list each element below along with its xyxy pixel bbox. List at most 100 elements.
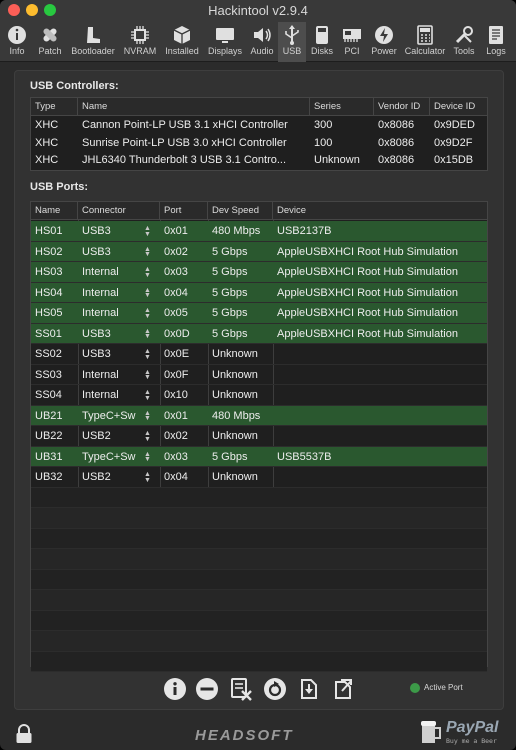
close-window-button[interactable] <box>8 4 20 16</box>
port-cell-port: 0x0E <box>164 348 190 360</box>
connector-stepper-icon[interactable]: ▲ ▼ <box>144 451 151 464</box>
toolbar-item-pci[interactable]: PCI <box>338 22 366 62</box>
port-row[interactable]: UB22 USB2 0x02 Unknown ▲ ▼ <box>31 426 487 447</box>
toolbar-item-info[interactable]: Info <box>0 22 34 62</box>
connector-stepper-icon[interactable]: ▲ ▼ <box>144 369 151 382</box>
controller-cell-device: 0x9DED <box>434 119 475 131</box>
port-row[interactable]: SS04 Internal 0x10 Unknown ▲ ▼ <box>31 385 487 406</box>
controller-cell-series: 300 <box>314 119 333 131</box>
port-row[interactable]: HS01 USB3 0x01 480 Mbps USB2137B ▲ ▼ <box>31 221 487 242</box>
chip-icon <box>131 26 149 44</box>
toolbar-item-label: Bootloader <box>71 46 115 56</box>
controller-row[interactable]: XHC Sunrise Point-LP USB 3.0 xHCI Control… <box>31 135 487 152</box>
col-name-header[interactable]: Name <box>78 98 310 116</box>
port-cell-connector[interactable]: USB3 <box>78 344 148 364</box>
port-cell-connector[interactable]: TypeC+Sw <box>78 447 148 467</box>
toolbar-item-calculator[interactable]: Calculator <box>402 22 448 62</box>
port-cell-connector[interactable]: TypeC+Sw <box>78 406 148 426</box>
connector-stepper-icon[interactable]: ▲ ▼ <box>144 266 151 279</box>
connector-stepper-icon[interactable]: ▲ ▼ <box>144 471 151 484</box>
controller-row[interactable]: XHC JHL6340 Thunderbolt 3 USB 3.1 Contro.… <box>31 152 487 169</box>
port-row[interactable]: SS01 USB3 0x0D 5 Gbps AppleUSBXHCI Root Hub … <box>31 323 487 344</box>
clear-icon[interactable] <box>229 677 253 701</box>
port-cell-port: 0x03 <box>164 450 188 463</box>
toolbar-item-installed[interactable]: Installed <box>160 22 204 62</box>
port-row[interactable]: SS03 Internal 0x0F Unknown ▲ ▼ <box>31 365 487 385</box>
remove-icon[interactable] <box>195 677 219 701</box>
toolbar-item-audio[interactable]: Audio <box>246 22 278 62</box>
port-row[interactable]: UB21 TypeC+Sw 0x01 480 Mbps ▲ ▼ <box>31 405 487 426</box>
toolbar-item-logs[interactable]: Logs <box>480 22 512 62</box>
connector-stepper-icon[interactable]: ▲ ▼ <box>144 410 151 423</box>
port-cell-connector[interactable]: Internal <box>78 262 148 282</box>
zoom-window-button[interactable] <box>44 4 56 16</box>
toolbar-item-label: NVRAM <box>123 46 157 56</box>
col-port-name-header[interactable]: Name <box>31 202 78 220</box>
toolbar-item-power[interactable]: Power <box>366 22 402 62</box>
col-vendor-header[interactable]: Vendor ID <box>374 98 430 116</box>
minimize-window-button[interactable] <box>26 4 38 16</box>
toolbar-item-bootloader[interactable]: Bootloader <box>66 22 120 62</box>
port-cell-port: 0x05 <box>164 307 188 319</box>
paypal-donate-button[interactable]: PayPal Buy me a Beer <box>420 717 510 747</box>
connector-stepper-icon[interactable]: ▲ ▼ <box>144 328 151 341</box>
port-cell-name: UB22 <box>35 430 63 442</box>
connector-stepper-icon[interactable]: ▲ ▼ <box>144 348 151 361</box>
port-cell-connector[interactable]: Internal <box>78 283 148 303</box>
import-icon[interactable] <box>297 677 321 701</box>
col-port-header[interactable]: Port <box>160 202 208 220</box>
port-row[interactable]: SS02 USB3 0x0E Unknown ▲ ▼ <box>31 344 487 365</box>
port-cell-port: 0x02 <box>164 245 188 258</box>
port-cell-connector[interactable]: Internal <box>78 365 148 385</box>
refresh-icon[interactable] <box>263 677 287 701</box>
connector-stepper-icon[interactable]: ▲ ▼ <box>144 430 151 443</box>
port-row[interactable]: UB31 TypeC+Sw 0x03 5 Gbps USB5537B ▲ ▼ <box>31 446 487 467</box>
port-row[interactable]: HS05 Internal 0x05 5 Gbps AppleUSBXHCI Root … <box>31 303 487 324</box>
toolbar-item-disks[interactable]: Disks <box>306 22 338 62</box>
toolbar-item-nvram[interactable]: NVRAM <box>120 22 160 62</box>
export-icon[interactable] <box>331 677 355 701</box>
port-cell-name: UB21 <box>35 409 63 422</box>
port-cell-connector[interactable]: USB2 <box>78 426 148 446</box>
port-row[interactable]: HS03 Internal 0x03 5 Gbps AppleUSBXHCI Root … <box>31 262 487 283</box>
col-connector-header[interactable]: Connector <box>78 202 160 220</box>
port-cell-port: 0x02 <box>164 430 188 442</box>
port-cell-connector[interactable]: Internal <box>78 303 148 323</box>
controllers-section-label: USB Controllers: <box>30 80 119 92</box>
active-port-legend-swatch <box>410 683 420 693</box>
toolbar-item-displays[interactable]: Displays <box>204 22 246 62</box>
controllers-table-header: Type Name Series Vendor ID Device ID <box>31 98 487 116</box>
logs-icon <box>489 26 503 44</box>
info-icon[interactable] <box>163 677 187 701</box>
toolbar-item-patch[interactable]: Patch <box>34 22 66 62</box>
connector-stepper-icon[interactable]: ▲ ▼ <box>144 389 151 402</box>
main-toolbar: Info Patch Bootloader NVRAM Installed Display… <box>0 22 516 62</box>
lock-icon[interactable] <box>14 724 34 744</box>
connector-stepper-icon[interactable]: ▲ ▼ <box>144 225 151 238</box>
connector-stepper-icon[interactable]: ▲ ▼ <box>144 307 151 320</box>
port-cell-connector[interactable]: USB3 <box>78 221 148 241</box>
toolbar-item-tools[interactable]: Tools <box>448 22 480 62</box>
col-device-header[interactable]: Device ID <box>430 98 489 116</box>
port-row[interactable]: HS04 Internal 0x04 5 Gbps AppleUSBXHCI Root … <box>31 282 487 303</box>
toolbar-item-label: USB <box>282 46 302 56</box>
col-speed-header[interactable]: Dev Speed <box>208 202 273 220</box>
col-series-header[interactable]: Series <box>310 98 374 116</box>
port-row[interactable]: UB32 USB2 0x04 Unknown ▲ ▼ <box>31 467 487 488</box>
controller-cell-vendor: 0x8086 <box>378 136 415 149</box>
controller-row[interactable]: XHC Cannon Point-LP USB 3.1 xHCI Controll… <box>31 117 487 134</box>
port-cell-name: HS05 <box>35 307 63 319</box>
col-port-device-header[interactable]: Device <box>273 202 489 220</box>
ports-table-header: Name Connector Port Dev Speed Device <box>31 202 487 220</box>
beer-mug-icon <box>421 721 441 743</box>
col-type-header[interactable]: Type <box>31 98 78 116</box>
port-cell-connector[interactable]: Internal <box>78 385 148 405</box>
toolbar-item-usb[interactable]: USB <box>278 22 306 62</box>
port-row[interactable]: HS02 USB3 0x02 5 Gbps AppleUSBXHCI Root Hub … <box>31 241 487 262</box>
connector-stepper-icon[interactable]: ▲ ▼ <box>144 246 151 259</box>
connector-stepper-icon[interactable]: ▲ ▼ <box>144 287 151 300</box>
port-cell-connector[interactable]: USB3 <box>78 324 148 344</box>
calculator-icon <box>417 25 433 45</box>
port-cell-connector[interactable]: USB2 <box>78 467 148 487</box>
port-cell-connector[interactable]: USB3 <box>78 242 148 262</box>
